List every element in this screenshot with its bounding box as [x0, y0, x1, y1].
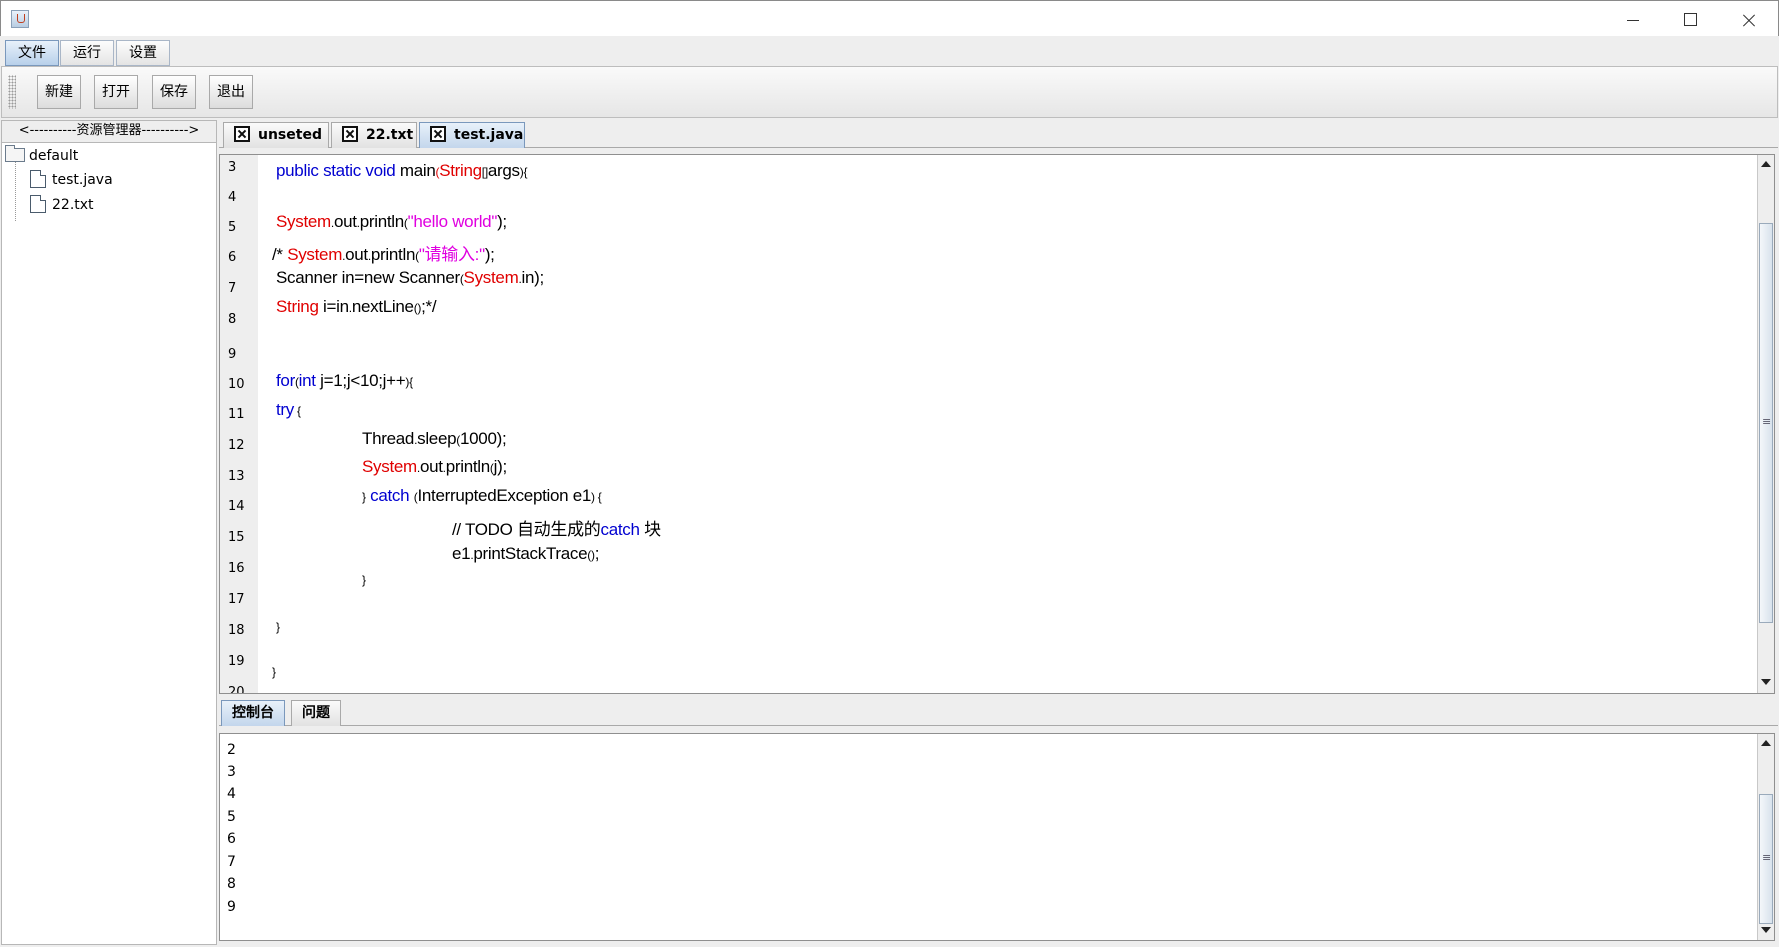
code-line: Thread.sleep(1000);: [362, 429, 507, 448]
tab-unseted[interactable]: unseted: [223, 122, 329, 148]
title-bar: [0, 0, 1779, 36]
code-editor[interactable]: 3 4 5 6 7 8 9 10 11 12 13 14 15 16 17 18…: [219, 154, 1775, 694]
exit-button[interactable]: 退出: [209, 75, 253, 109]
scrollbar-thumb[interactable]: [1759, 223, 1773, 623]
console-line: 6: [227, 831, 236, 847]
tab-label: 22.txt: [366, 127, 414, 143]
console-line: 8: [227, 876, 236, 892]
close-window-button[interactable]: [1719, 3, 1777, 35]
tree-item-label: default: [29, 148, 79, 164]
tree-item-label: 22.txt: [52, 197, 94, 213]
file-icon: [30, 170, 46, 188]
save-button[interactable]: 保存: [152, 75, 196, 109]
file-icon: [30, 195, 46, 213]
tab-label: unseted: [258, 127, 322, 143]
console-line: 9: [227, 899, 236, 915]
minimize-button[interactable]: [1603, 3, 1661, 35]
code-line: /* System.out.println("请输入:");: [272, 245, 495, 264]
editor-vertical-scrollbar[interactable]: [1757, 155, 1774, 693]
line-number: 14: [228, 499, 245, 514]
new-button[interactable]: 新建: [37, 75, 81, 109]
console-line: 5: [227, 809, 236, 825]
line-number: 15: [228, 530, 245, 545]
scroll-down-arrow-icon[interactable]: [1760, 923, 1772, 937]
tab-label: test.java: [454, 127, 524, 143]
code-line: System.out.println(j);: [362, 457, 507, 476]
folder-icon: [5, 145, 25, 162]
scrollbar-thumb[interactable]: [1759, 794, 1773, 924]
line-number: 10: [228, 377, 245, 392]
toolbar-grip-handle[interactable]: [8, 75, 16, 109]
code-line: } catch (InterruptedException e1) {: [362, 486, 602, 505]
scroll-down-arrow-icon[interactable]: [1760, 675, 1772, 689]
tree-connector: [15, 159, 16, 221]
line-number: 20: [228, 685, 245, 694]
line-number: 7: [228, 281, 237, 296]
close-tab-icon[interactable]: [342, 126, 358, 142]
code-line: System.out.println("hello world");: [276, 212, 507, 231]
code-line: }: [362, 573, 366, 587]
line-number: 11: [228, 407, 245, 422]
line-number: 8: [228, 312, 237, 327]
open-button[interactable]: 打开: [94, 75, 138, 109]
scroll-up-arrow-icon[interactable]: [1760, 157, 1772, 171]
code-line: Scanner in=new Scanner(System.in);: [276, 268, 544, 287]
explorer-header: <----------资源管理器---------->: [2, 121, 216, 143]
java-app-icon: [11, 10, 29, 28]
code-line: try {: [276, 400, 301, 419]
menu-bar: 文件 运行 设置: [1, 36, 1778, 66]
code-line: public static void main(String[]args){: [276, 161, 528, 180]
code-line: for(int j=1;j<10;j++){: [276, 371, 413, 390]
tree-item-default[interactable]: default: [5, 145, 78, 167]
scroll-up-arrow-icon[interactable]: [1760, 736, 1772, 750]
tab-console[interactable]: 控制台: [221, 700, 285, 726]
line-number-gutter: 3 4 5 6 7 8 9 10 11 12 13 14 15 16 17 18…: [220, 155, 258, 694]
code-line: e1.printStackTrace();: [452, 544, 600, 563]
code-line: // TODO 自动生成的catch 块: [452, 520, 661, 539]
code-line: }: [272, 665, 276, 679]
line-number: 5: [228, 220, 237, 235]
line-number: 18: [228, 623, 245, 638]
line-number: 17: [228, 592, 245, 607]
tab-problems[interactable]: 问题: [291, 700, 341, 726]
line-number: 3: [228, 160, 237, 175]
console-line: 2: [227, 742, 236, 758]
tree-item-label: test.java: [52, 172, 113, 188]
line-number: 13: [228, 469, 245, 484]
close-tab-icon[interactable]: [430, 126, 446, 142]
resource-explorer: <----------资源管理器----------> default test…: [1, 120, 217, 945]
toolbar: 新建 打开 保存 退出: [1, 66, 1778, 118]
console-line: 3: [227, 764, 236, 780]
console-vertical-scrollbar[interactable]: [1757, 734, 1774, 940]
tab-test-java[interactable]: test.java: [419, 122, 525, 148]
line-number: 12: [228, 438, 245, 453]
tab-22-txt[interactable]: 22.txt: [331, 122, 417, 148]
line-number: 9: [228, 347, 237, 362]
bottom-tab-bar: 控制台 问题: [219, 698, 1778, 726]
close-tab-icon[interactable]: [234, 126, 250, 142]
tree-item-test-java[interactable]: test.java: [30, 169, 113, 191]
code-line: String i=in.nextLine();*/: [276, 297, 437, 316]
menu-settings[interactable]: 设置: [116, 40, 170, 66]
line-number: 19: [228, 654, 245, 669]
menu-file[interactable]: 文件: [5, 40, 59, 66]
console-line: 4: [227, 786, 236, 802]
line-number: 16: [228, 561, 245, 576]
line-number: 6: [228, 250, 237, 265]
console-line: 7: [227, 854, 236, 870]
maximize-button[interactable]: [1661, 3, 1719, 35]
line-number: 4: [228, 190, 237, 205]
code-line: }: [276, 620, 280, 634]
tree-item-22-txt[interactable]: 22.txt: [30, 194, 94, 216]
editor-tab-bar: unseted 22.txt test.java: [219, 120, 1778, 148]
console-output[interactable]: 2 3 4 5 6 7 8 9: [219, 733, 1775, 941]
menu-run[interactable]: 运行: [60, 40, 114, 66]
